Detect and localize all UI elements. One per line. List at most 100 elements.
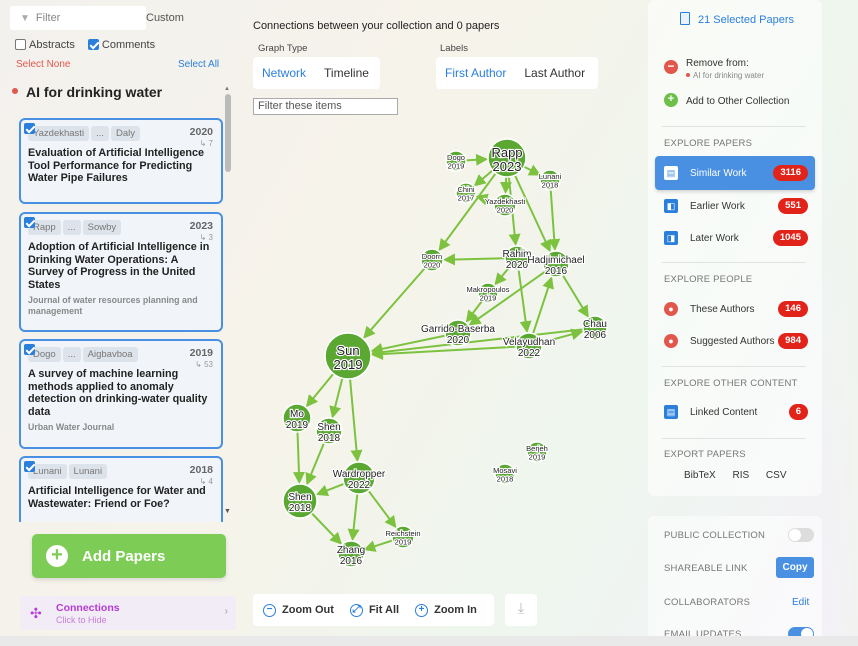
graph-node[interactable]: Mo2019 <box>282 403 312 433</box>
graph-node[interactable]: Berjeh2019 <box>525 441 549 463</box>
paper-citations: ↳ 7 <box>199 139 213 148</box>
graph-node[interactable]: Sun2019 <box>324 332 372 380</box>
author-more-chip[interactable]: ... <box>91 126 109 141</box>
scroll-down-arrow[interactable]: ▼ <box>224 508 231 515</box>
node-author-label: Wardropper <box>333 469 386 480</box>
later-work-item[interactable]: ◨ Later Work 1045 <box>664 225 808 251</box>
paper-checkbox[interactable] <box>24 217 35 228</box>
paper-card[interactable]: Rapp... Sowby 2023 ↳ 3 Adoption of Artifi… <box>19 212 223 332</box>
select-all-link[interactable]: Select All <box>178 59 219 70</box>
author-chip[interactable]: Aigbavboa <box>82 347 138 362</box>
citation-edge <box>315 482 345 497</box>
paper-checkbox[interactable] <box>24 344 35 355</box>
filter-items-input[interactable]: Filter these items <box>253 98 398 115</box>
paper-title[interactable]: Adoption of Artificial Intelligence in D… <box>28 241 214 291</box>
remove-icon[interactable]: − <box>664 60 678 74</box>
graph-node[interactable]: Rapp2023 <box>487 138 527 178</box>
node-year-label: 2018 <box>289 503 312 514</box>
node-year-label: 2018 <box>542 181 559 190</box>
node-year-label: 2020 <box>447 335 470 346</box>
download-button[interactable]: ⤓ <box>505 594 537 626</box>
add-to-other-collection[interactable]: Add to Other Collection <box>686 96 789 107</box>
public-collection-toggle[interactable] <box>788 528 814 542</box>
tab-last-author[interactable]: Last Author <box>515 66 594 80</box>
divider <box>662 126 806 127</box>
author-chip[interactable]: Daly <box>110 126 140 141</box>
copy-link-button[interactable]: Copy <box>776 557 814 578</box>
graph-node[interactable]: Chau2006 <box>582 315 608 342</box>
graph-node[interactable]: Velayudhan2022 <box>502 332 556 360</box>
earlier-work-label: Earlier Work <box>690 200 745 212</box>
connections-toggle[interactable]: ✣ Connections Click to Hide › <box>20 596 236 630</box>
download-icon: ⤓ <box>517 600 525 617</box>
paper-authors: Dogo... Aigbavboa <box>28 347 214 362</box>
comments-option[interactable]: Comments <box>87 39 155 51</box>
linked-content-count: 6 <box>788 404 808 420</box>
export-bibtex[interactable]: BibTeX <box>684 470 716 481</box>
graph-node[interactable]: Chini2017 <box>455 182 477 204</box>
comments-checkbox[interactable] <box>87 39 99 50</box>
graph-node[interactable]: Yazdekhasti2020 <box>484 193 527 217</box>
node-author-label: Mo <box>290 409 304 420</box>
paper-checkbox[interactable] <box>24 461 35 472</box>
scrollbar-thumb[interactable] <box>225 94 231 172</box>
suggested-authors-item[interactable]: ● Suggested Authors 984 <box>664 328 808 354</box>
graph-node[interactable]: Dogo2019 <box>445 150 467 172</box>
graph-node[interactable]: Zhang2016 <box>336 540 366 568</box>
selected-papers-link[interactable]: 21 Selected Papers <box>680 12 794 26</box>
graph-node[interactable]: Hadjimichael2016 <box>526 250 586 278</box>
graph-node[interactable]: Garrido-Baserba2020 <box>420 319 496 347</box>
paper-card[interactable]: Dogo... Aigbavboa 2019 ↳ 53 A survey of m… <box>19 339 223 449</box>
export-csv[interactable]: CSV <box>766 470 787 481</box>
tab-first-author[interactable]: First Author <box>436 66 515 80</box>
tab-timeline[interactable]: Timeline <box>315 66 378 80</box>
paper-card[interactable]: Yazdekhasti... Daly 2020 ↳ 7 Evaluation o… <box>19 118 223 204</box>
add-papers-button[interactable]: + Add Papers <box>32 534 226 578</box>
filter-input[interactable]: ▼ Filter <box>10 6 146 30</box>
zoom-out-button[interactable]: − Zoom Out <box>263 603 334 617</box>
author-more-chip[interactable]: ... <box>62 347 81 362</box>
export-ris[interactable]: RIS <box>732 470 749 481</box>
author-chip[interactable]: Sowby <box>82 220 122 235</box>
graph-node[interactable]: Mosavi2018 <box>492 463 518 485</box>
author-more-chip[interactable]: ... <box>62 220 81 235</box>
zoom-in-button[interactable]: + Zoom In <box>415 603 477 617</box>
author-chip[interactable]: Lunani <box>68 464 108 479</box>
edit-collaborators-link[interactable]: Edit <box>792 597 809 608</box>
select-none-link[interactable]: Select None <box>16 59 70 70</box>
similar-work-row[interactable]: ▤ Similar Work 3116 <box>664 160 808 186</box>
graph-node[interactable]: Doorn2020 <box>420 248 444 272</box>
paper-title[interactable]: Artificial Intelligence for Water and Wa… <box>28 485 214 510</box>
paper-card[interactable]: Lunani Lunani 2018 ↳ 4 Artificial Intelli… <box>19 456 223 522</box>
paper-checkbox[interactable] <box>24 123 35 134</box>
graph-node[interactable]: Reichstein2019 <box>384 525 422 549</box>
node-year-label: 2022 <box>518 348 541 359</box>
linked-content-item[interactable]: ▤ Linked Content 6 <box>664 399 808 425</box>
citation-edge <box>347 493 360 542</box>
node-year-label: 2019 <box>286 420 309 431</box>
graph-node[interactable]: Shen2018 <box>282 483 318 519</box>
custom-filter-toggle[interactable]: Custom <box>146 12 184 24</box>
these-authors-item[interactable]: ● These Authors 146 <box>664 296 808 322</box>
connections-label: Connections <box>56 602 120 614</box>
citation-network-graph[interactable]: Rapp2023 Dogo2019 Chini2017 Yazdekhasti2020… <box>245 118 620 588</box>
paper-title[interactable]: Evaluation of Artificial Intelligence To… <box>28 147 214 185</box>
paper-title[interactable]: A survey of machine learning methods app… <box>28 368 214 418</box>
remove-from-label[interactable]: Remove from: <box>686 58 749 69</box>
explore-other-heading: EXPLORE OTHER CONTENT <box>664 378 798 389</box>
export-formats: BibTeX RIS CSV <box>684 470 800 481</box>
earlier-work-item[interactable]: ◧ Earlier Work 551 <box>664 193 808 219</box>
citation-edge <box>548 189 561 252</box>
fit-all-button[interactable]: ⤢ Fit All <box>349 603 399 617</box>
author-chip[interactable]: Yazdekhasti <box>28 126 90 141</box>
graph-node[interactable]: Lunani2018 <box>538 169 563 191</box>
scroll-up-arrow[interactable]: ▲ <box>224 86 230 92</box>
tab-network[interactable]: Network <box>253 66 315 80</box>
remove-collection-name: AI for drinking water <box>686 71 764 80</box>
add-collection-icon[interactable]: + <box>664 93 678 107</box>
graph-node[interactable]: Wardropper2022 <box>332 461 387 495</box>
abstracts-option[interactable]: Abstracts <box>15 39 75 51</box>
graph-node[interactable]: Shen2018 <box>315 417 343 445</box>
abstracts-checkbox[interactable] <box>15 39 26 50</box>
paper-authors: Rapp... Sowby <box>28 220 214 235</box>
